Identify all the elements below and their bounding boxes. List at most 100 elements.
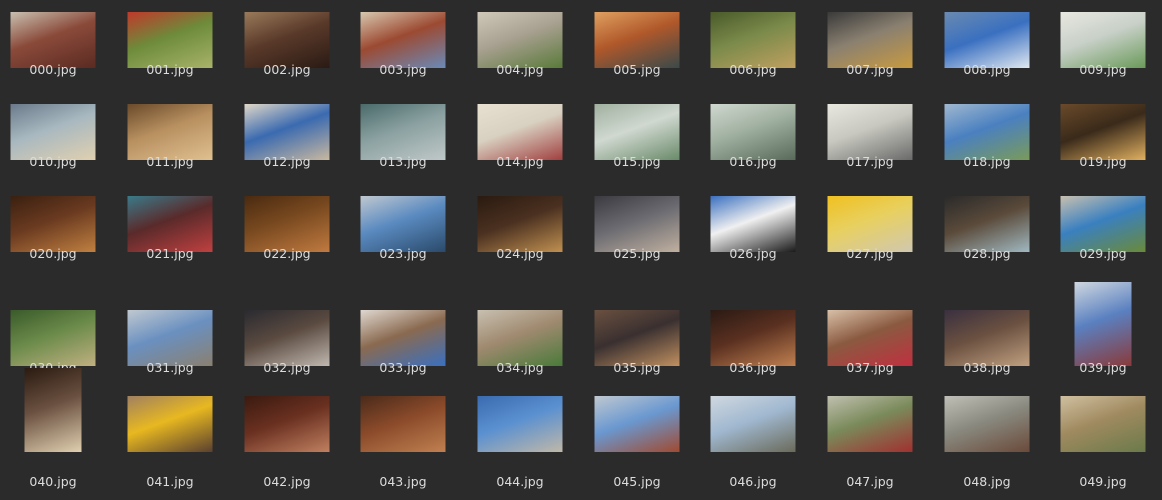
thumbnail-item[interactable]: 026.jpg	[697, 188, 809, 300]
thumbnail-filename: 013.jpg	[379, 154, 427, 169]
thumbnail-image[interactable]	[244, 310, 330, 366]
thumbnail-image[interactable]	[477, 396, 563, 452]
thumbnail-image[interactable]	[244, 396, 330, 452]
thumbnail-frame	[1047, 96, 1159, 160]
thumbnail-image[interactable]	[710, 12, 796, 68]
thumbnail-image[interactable]	[127, 310, 213, 366]
thumbnail-image[interactable]	[10, 196, 96, 252]
thumbnail-image[interactable]	[944, 310, 1030, 366]
thumbnail-filename: 042.jpg	[263, 474, 311, 489]
thumbnail-item[interactable]: 027.jpg	[814, 188, 926, 300]
thumbnail-image[interactable]	[127, 196, 213, 252]
thumbnail-frame	[464, 302, 576, 366]
thumbnail-filename: 035.jpg	[613, 360, 661, 375]
thumbnail-filename: 026.jpg	[729, 246, 777, 261]
thumbnail-frame	[231, 302, 343, 366]
thumbnail-item[interactable]: 020.jpg	[0, 188, 109, 300]
thumbnail-image[interactable]	[1060, 12, 1146, 68]
thumbnail-filename: 020.jpg	[29, 246, 77, 261]
thumbnail-image[interactable]	[710, 310, 796, 366]
thumbnail-frame	[931, 96, 1043, 160]
thumbnail-filename: 029.jpg	[1079, 246, 1127, 261]
thumbnail-filename: 009.jpg	[1079, 62, 1127, 77]
thumbnail-image[interactable]	[1060, 396, 1146, 452]
thumbnail-image[interactable]	[244, 196, 330, 252]
thumbnail-frame	[231, 4, 343, 68]
thumbnail-item[interactable]: 045.jpg	[581, 388, 693, 500]
thumbnail-item[interactable]: 046.jpg	[697, 388, 809, 500]
thumbnail-image[interactable]	[127, 12, 213, 68]
thumbnail-image[interactable]	[710, 104, 796, 160]
thumbnail-item[interactable]: 049.jpg	[1047, 388, 1159, 500]
thumbnail-frame	[814, 188, 926, 252]
thumbnail-filename: 045.jpg	[613, 474, 661, 489]
thumbnail-image[interactable]	[360, 310, 446, 366]
thumbnail-image[interactable]	[827, 196, 913, 252]
thumbnail-image[interactable]	[1074, 282, 1132, 366]
thumbnail-image[interactable]	[1060, 104, 1146, 160]
thumbnail-image[interactable]	[10, 12, 96, 68]
thumbnail-filename: 038.jpg	[963, 360, 1011, 375]
thumbnail-filename: 014.jpg	[496, 154, 544, 169]
thumbnail-frame	[464, 388, 576, 452]
thumbnail-item[interactable]: 043.jpg	[347, 388, 459, 500]
thumbnail-image[interactable]	[360, 12, 446, 68]
thumbnail-image[interactable]	[944, 396, 1030, 452]
thumbnail-image[interactable]	[827, 310, 913, 366]
thumbnail-item[interactable]: 047.jpg	[814, 388, 926, 500]
thumbnail-item[interactable]: 048.jpg	[931, 388, 1043, 500]
thumbnail-item[interactable]: 044.jpg	[464, 388, 576, 500]
thumbnail-filename: 023.jpg	[379, 246, 427, 261]
thumbnail-image[interactable]	[10, 104, 96, 160]
thumbnail-item[interactable]: 025.jpg	[581, 188, 693, 300]
thumbnail-image[interactable]	[944, 196, 1030, 252]
thumbnail-image[interactable]	[477, 310, 563, 366]
thumbnail-image[interactable]	[944, 104, 1030, 160]
thumbnail-image[interactable]	[24, 368, 82, 452]
thumbnail-image[interactable]	[594, 310, 680, 366]
thumbnail-image[interactable]	[10, 310, 96, 366]
thumbnail-image[interactable]	[944, 12, 1030, 68]
thumbnail-filename: 007.jpg	[846, 62, 894, 77]
thumbnail-image[interactable]	[127, 396, 213, 452]
thumbnail-image[interactable]	[827, 12, 913, 68]
thumbnail-image[interactable]	[1060, 196, 1146, 252]
thumbnail-image[interactable]	[244, 104, 330, 160]
thumbnail-image[interactable]	[477, 104, 563, 160]
thumbnail-item[interactable]: 021.jpg	[114, 188, 226, 300]
thumbnail-image[interactable]	[244, 12, 330, 68]
thumbnail-filename: 028.jpg	[963, 246, 1011, 261]
thumbnail-item[interactable]: 028.jpg	[931, 188, 1043, 300]
thumbnail-frame	[814, 388, 926, 452]
thumbnail-item[interactable]: 041.jpg	[114, 388, 226, 500]
thumbnail-image[interactable]	[594, 196, 680, 252]
thumbnail-image[interactable]	[710, 196, 796, 252]
thumbnail-image[interactable]	[594, 396, 680, 452]
thumbnail-image[interactable]	[710, 396, 796, 452]
thumbnail-frame	[697, 4, 809, 68]
thumbnail-grid: 000.jpg 001.jpg 002.jpg 003.jpg 004.jpg 005.j…	[0, 0, 1162, 499]
thumbnail-frame	[347, 302, 459, 366]
thumbnail-image[interactable]	[127, 104, 213, 160]
thumbnail-image[interactable]	[360, 396, 446, 452]
thumbnail-image[interactable]	[360, 104, 446, 160]
thumbnail-item[interactable]: 022.jpg	[231, 188, 343, 300]
thumbnail-item[interactable]: 024.jpg	[464, 188, 576, 300]
thumbnail-image[interactable]	[827, 104, 913, 160]
thumbnail-frame	[114, 388, 226, 452]
thumbnail-item[interactable]: 040.jpg	[0, 368, 109, 500]
thumbnail-image[interactable]	[477, 12, 563, 68]
thumbnail-image[interactable]	[827, 396, 913, 452]
thumbnail-frame	[464, 188, 576, 252]
thumbnail-filename: 010.jpg	[29, 154, 77, 169]
thumbnail-image[interactable]	[594, 12, 680, 68]
thumbnail-item[interactable]: 023.jpg	[347, 188, 459, 300]
thumbnail-image[interactable]	[360, 196, 446, 252]
thumbnail-frame	[1047, 4, 1159, 68]
thumbnail-frame	[464, 4, 576, 68]
thumbnail-image[interactable]	[594, 104, 680, 160]
thumbnail-frame	[581, 188, 693, 252]
thumbnail-filename: 008.jpg	[963, 62, 1011, 77]
thumbnail-item[interactable]: 042.jpg	[231, 388, 343, 500]
thumbnail-image[interactable]	[477, 196, 563, 252]
